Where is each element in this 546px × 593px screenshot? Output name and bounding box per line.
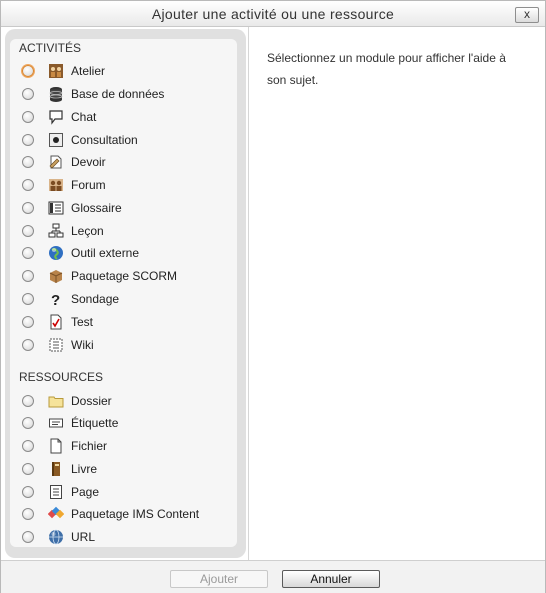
dialog-titlebar: Ajouter une activité ou une ressource x <box>1 1 545 27</box>
add-activity-dialog: Ajouter une activité ou une ressource x … <box>0 0 546 593</box>
option-label: Consultation <box>71 133 138 147</box>
glossary-icon <box>48 200 64 216</box>
option-base-de-donnees[interactable]: Base de données <box>19 84 244 104</box>
option-label: Livre <box>71 462 98 476</box>
radio-base-de-donnees[interactable] <box>22 88 34 100</box>
option-atelier[interactable]: Atelier <box>19 61 244 81</box>
page-icon <box>48 484 64 500</box>
url-icon <box>48 529 64 545</box>
option-paquetage-ims[interactable]: Paquetage IMS Content <box>19 504 244 524</box>
chat-icon <box>48 109 64 125</box>
cancel-button[interactable]: Annuler <box>282 570 380 588</box>
option-label: Paquetage SCORM <box>71 269 178 283</box>
option-dossier[interactable]: Dossier <box>19 391 244 411</box>
assignment-icon <box>48 154 64 170</box>
option-consultation[interactable]: Consultation <box>19 130 244 150</box>
lesson-icon <box>48 223 64 239</box>
option-label: Paquetage IMS Content <box>71 507 200 521</box>
option-sondage[interactable]: ? Sondage <box>19 289 244 309</box>
radio-paquetage-scorm[interactable] <box>22 270 34 282</box>
option-lecon[interactable]: Leçon <box>19 221 244 241</box>
option-label: Wiki <box>71 338 94 352</box>
dialog-title: Ajouter une activité ou une ressource <box>151 6 395 22</box>
option-label: Leçon <box>71 224 104 238</box>
radio-forum[interactable] <box>22 179 34 191</box>
external-tool-icon <box>48 245 64 261</box>
radio-devoir[interactable] <box>22 156 34 168</box>
option-label: Devoir <box>71 155 106 169</box>
radio-url[interactable] <box>22 531 34 543</box>
file-icon <box>48 438 64 454</box>
option-label: URL <box>71 530 96 544</box>
book-icon <box>48 461 64 477</box>
activities-heading: ACTIVITÉS <box>19 41 82 55</box>
option-glossaire[interactable]: Glossaire <box>19 198 244 218</box>
option-label: Chat <box>71 110 97 124</box>
radio-livre[interactable] <box>22 463 34 475</box>
option-label: Sondage <box>71 292 120 306</box>
radio-chat[interactable] <box>22 111 34 123</box>
dialog-footer: Ajouter Annuler <box>1 560 545 593</box>
option-wiki[interactable]: Wiki <box>19 335 244 355</box>
add-button[interactable]: Ajouter <box>170 570 268 588</box>
option-livre[interactable]: Livre <box>19 459 244 479</box>
radio-glossaire[interactable] <box>22 202 34 214</box>
option-forum[interactable]: Forum <box>19 175 244 195</box>
quiz-icon <box>48 314 64 330</box>
radio-etiquette[interactable] <box>22 417 34 429</box>
radio-lecon[interactable] <box>22 225 34 237</box>
radio-atelier[interactable] <box>22 65 34 77</box>
option-label: Atelier <box>71 64 106 78</box>
option-page[interactable]: Page <box>19 482 244 502</box>
svg-text:?: ? <box>51 292 60 307</box>
help-text: Sélectionnez un module pour afficher l'a… <box>267 51 506 87</box>
option-label: Étiquette <box>71 416 119 430</box>
option-label: Base de données <box>71 87 165 101</box>
scorm-icon <box>48 268 64 284</box>
option-paquetage-scorm[interactable]: Paquetage SCORM <box>19 266 244 286</box>
wiki-icon <box>48 337 64 353</box>
option-test[interactable]: Test <box>19 312 244 332</box>
survey-icon: ? <box>48 291 64 307</box>
option-etiquette[interactable]: Étiquette <box>19 413 244 433</box>
option-label: Forum <box>71 178 106 192</box>
option-devoir[interactable]: Devoir <box>19 152 244 172</box>
radio-wiki[interactable] <box>22 339 34 351</box>
radio-consultation[interactable] <box>22 134 34 146</box>
folder-icon <box>48 393 64 409</box>
label-icon <box>48 415 64 431</box>
database-icon <box>48 86 64 102</box>
option-label: Dossier <box>71 394 112 408</box>
radio-test[interactable] <box>22 316 34 328</box>
dialog-body: ACTIVITÉS Atelier Base de données Chat C… <box>1 27 545 560</box>
close-button[interactable]: x <box>515 7 539 23</box>
option-chat[interactable]: Chat <box>19 107 244 127</box>
option-label: Glossaire <box>71 201 122 215</box>
radio-fichier[interactable] <box>22 440 34 452</box>
panel-divider <box>248 27 249 560</box>
choice-icon <box>48 132 64 148</box>
option-label: Page <box>71 485 100 499</box>
option-label: Outil externe <box>71 246 140 260</box>
option-fichier[interactable]: Fichier <box>19 436 244 456</box>
ims-package-icon <box>48 506 64 522</box>
radio-page[interactable] <box>22 486 34 498</box>
radio-paquetage-ims[interactable] <box>22 508 34 520</box>
forum-icon <box>48 177 64 193</box>
radio-sondage[interactable] <box>22 293 34 305</box>
option-label: Test <box>71 315 94 329</box>
option-label: Fichier <box>71 439 108 453</box>
option-outil-externe[interactable]: Outil externe <box>19 243 244 263</box>
option-url[interactable]: URL <box>19 527 244 547</box>
workshop-icon <box>48 63 64 79</box>
resources-heading: RESSOURCES <box>19 370 104 384</box>
radio-outil-externe[interactable] <box>22 247 34 259</box>
radio-dossier[interactable] <box>22 395 34 407</box>
